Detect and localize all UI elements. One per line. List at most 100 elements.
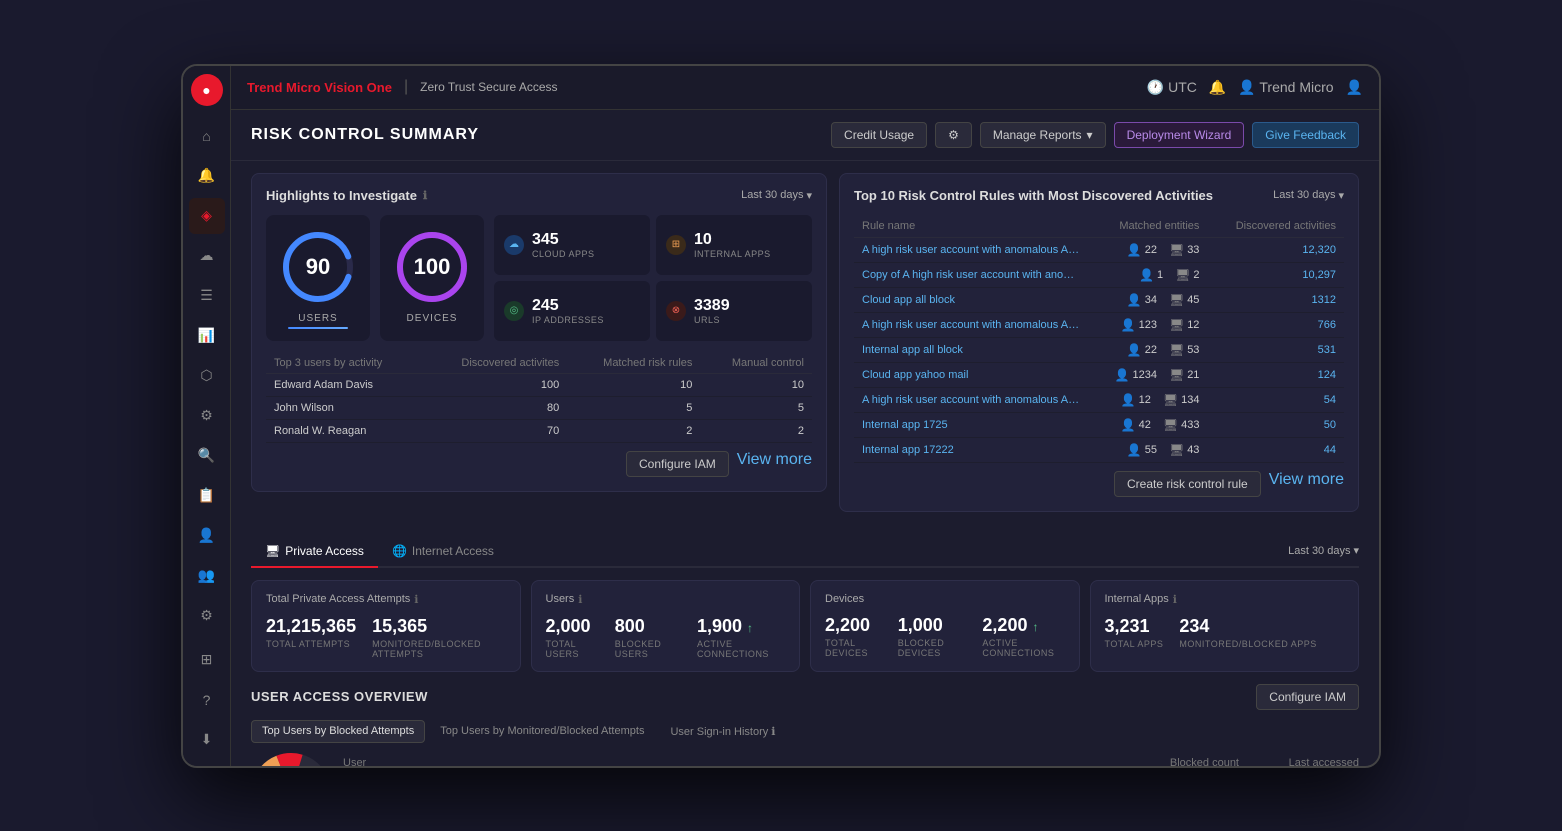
risk-rules-date[interactable]: Last 30 days ▾ bbox=[1273, 189, 1344, 202]
activity-count-cell[interactable]: 10,297 bbox=[1207, 262, 1344, 287]
activity-count-cell[interactable]: 50 bbox=[1207, 412, 1344, 437]
highlights-date-selector[interactable]: Last 30 days ▾ bbox=[741, 189, 812, 202]
private-access-tab[interactable]: 🖥 Private Access bbox=[251, 536, 378, 568]
rule-name-cell[interactable]: Copy of A high risk user account with an… bbox=[854, 262, 1089, 287]
notification-icon[interactable]: 🔔 bbox=[1209, 79, 1226, 96]
rule-name-cell[interactable]: Cloud app all block bbox=[854, 287, 1089, 312]
sidebar-item-group[interactable]: 👥 bbox=[189, 558, 225, 594]
rule-name-cell[interactable]: A high risk user account with anomalous … bbox=[854, 237, 1089, 262]
info-icon-2: ℹ bbox=[414, 593, 418, 606]
sidebar: ● ⌂ 🔔 ◈ ☁ ☰ 📊 ⬡ ⚙ 🔍 📋 👤 👥 ⚙ ⊞ ? ⬇ bbox=[183, 66, 231, 766]
header-actions: Credit Usage ⚙ Manage Reports ▾ Deployme… bbox=[831, 122, 1359, 148]
rule-name-cell[interactable]: Internal app all block bbox=[854, 337, 1089, 362]
app-subtitle: Zero Trust Secure Access bbox=[420, 80, 557, 94]
activity-count-cell[interactable]: 44 bbox=[1207, 437, 1344, 462]
internal-apps-stat: ⊞ 10 INTERNAL APPS bbox=[656, 215, 812, 275]
sidebar-item-alerts[interactable]: 🔔 bbox=[189, 158, 225, 194]
rule-col-entities: Matched entities bbox=[1089, 215, 1208, 238]
entities-cell: 👤 34 🖥 45 bbox=[1089, 287, 1208, 312]
activity-count-cell[interactable]: 54 bbox=[1207, 387, 1344, 412]
rule-col-activities: Discovered activities bbox=[1207, 215, 1344, 238]
sidebar-item-help[interactable]: ? bbox=[189, 682, 225, 718]
sidebar-item-dashboard[interactable]: ◈ bbox=[189, 198, 225, 234]
internal-apps-metric-card: Internal Apps ℹ 3,231 TOTAL APPS 234 bbox=[1090, 580, 1360, 672]
col-matched: Matched risk rules bbox=[567, 353, 700, 374]
table-row: Internal app 1725 👤 42 🖥 433 50 bbox=[854, 412, 1344, 437]
discovered-cell: 70 bbox=[423, 419, 567, 442]
activity-count-cell[interactable]: 12,320 bbox=[1207, 237, 1344, 262]
entities-cell: 👤 42 🖥 433 bbox=[1089, 412, 1208, 437]
sidebar-item-apps[interactable]: ⊞ bbox=[189, 642, 225, 678]
sidebar-item-network[interactable]: ⬡ bbox=[189, 358, 225, 394]
internet-access-tab[interactable]: 🌐 Internet Access bbox=[378, 536, 508, 568]
entities-cell: 👤 1 🖥 2 bbox=[1089, 262, 1208, 287]
entities-cell: 👤 22 🖥 33 bbox=[1089, 237, 1208, 262]
table-row: Internal app 17222 👤 55 🖥 43 44 bbox=[854, 437, 1344, 462]
activity-count-cell[interactable]: 766 bbox=[1207, 312, 1344, 337]
manage-reports-button[interactable]: Manage Reports ▾ bbox=[980, 122, 1106, 148]
avatar-icon[interactable]: 👤 bbox=[1346, 79, 1363, 96]
access-date-selector[interactable]: Last 30 days ▾ bbox=[1288, 536, 1359, 565]
sidebar-item-list[interactable]: ☰ bbox=[189, 278, 225, 314]
give-feedback-button[interactable]: Give Feedback bbox=[1252, 122, 1359, 148]
activity-count-cell[interactable]: 124 bbox=[1207, 362, 1344, 387]
uao-content: User Blocked count Last accessed Penny L… bbox=[251, 753, 1359, 766]
sidebar-item-reports[interactable]: 📋 bbox=[189, 478, 225, 514]
sidebar-item-home[interactable]: ⌂ bbox=[189, 118, 225, 154]
brand-name: Trend Micro Vision One bbox=[247, 80, 392, 95]
uao-tab-blocked[interactable]: Top Users by Blocked Attempts bbox=[251, 720, 425, 743]
rule-name-cell[interactable]: A high risk user account with anomalous … bbox=[854, 387, 1089, 412]
topbar: Trend Micro Vision One | Zero Trust Secu… bbox=[231, 66, 1379, 110]
table-row: Internal app all block 👤 22 🖥 53 531 bbox=[854, 337, 1344, 362]
sidebar-item-settings[interactable]: ⚙ bbox=[189, 398, 225, 434]
rule-name-cell[interactable]: Cloud app yahoo mail bbox=[854, 362, 1089, 387]
internal-apps-label: INTERNAL APPS bbox=[694, 249, 771, 259]
matched-cell: 5 bbox=[567, 396, 700, 419]
uao-tab-monitored[interactable]: Top Users by Monitored/Blocked Attempts bbox=[429, 720, 655, 743]
col-manual: Manual control bbox=[700, 353, 812, 374]
total-attempts-block: 21,215,365 TOTAL ATTEMPTS bbox=[266, 616, 356, 649]
settings-button[interactable]: ⚙ bbox=[935, 122, 972, 148]
sidebar-item-users[interactable]: 👤 bbox=[189, 518, 225, 554]
cloud-apps-label: CLOUD APPS bbox=[532, 249, 595, 259]
configure-iam-button-2[interactable]: Configure IAM bbox=[1256, 684, 1359, 710]
credit-usage-button[interactable]: Credit Usage bbox=[831, 122, 927, 148]
sidebar-item-chart[interactable]: 📊 bbox=[189, 318, 225, 354]
internal-apps-metric-title: Internal Apps ℹ bbox=[1105, 593, 1345, 606]
discovered-cell: 80 bbox=[423, 396, 567, 419]
view-more-users-link[interactable]: View more bbox=[737, 451, 812, 477]
manual-cell: 2 bbox=[700, 419, 812, 442]
utc-icon[interactable]: 🕐 UTC bbox=[1147, 79, 1197, 96]
matched-cell: 2 bbox=[567, 419, 700, 442]
uao-tab-signin[interactable]: User Sign-in History ℹ bbox=[659, 720, 786, 743]
internal-apps-metric-values: 3,231 TOTAL APPS 234 MONITORED/BLOCKED A… bbox=[1105, 616, 1345, 649]
uao-title: USER ACCESS OVERVIEW bbox=[251, 689, 428, 704]
pie-chart bbox=[251, 753, 331, 766]
ip-addresses-stat: ◎ 245 IP ADDRESSES bbox=[494, 281, 650, 341]
table-row: John Wilson 80 5 5 bbox=[266, 396, 812, 419]
user-name-cell[interactable]: Ronald W. Reagan bbox=[266, 419, 423, 442]
user-name-cell[interactable]: John Wilson bbox=[266, 396, 423, 419]
total-attempts-value: 21,215,365 bbox=[266, 616, 356, 637]
deployment-wizard-button[interactable]: Deployment Wizard bbox=[1114, 122, 1245, 148]
entities-cell: 👤 22 🖥 53 bbox=[1089, 337, 1208, 362]
activity-count-cell[interactable]: 1312 bbox=[1207, 287, 1344, 312]
user-icon[interactable]: 👤 Trend Micro bbox=[1238, 79, 1333, 96]
sidebar-item-bottom[interactable]: ⬇ bbox=[189, 722, 225, 758]
right-panel: Top 10 Risk Control Rules with Most Disc… bbox=[839, 173, 1359, 524]
view-more-rules-link[interactable]: View more bbox=[1269, 471, 1344, 497]
rule-name-cell[interactable]: Internal app 17222 bbox=[854, 437, 1089, 462]
topbar-right: 🕐 UTC 🔔 👤 Trend Micro 👤 bbox=[1147, 79, 1363, 96]
rule-name-cell[interactable]: A high risk user account with anomalous … bbox=[854, 312, 1089, 337]
configure-iam-button[interactable]: Configure IAM bbox=[626, 451, 729, 477]
topbar-separator: | bbox=[404, 78, 408, 96]
activity-count-cell[interactable]: 531 bbox=[1207, 337, 1344, 362]
sidebar-item-search[interactable]: 🔍 bbox=[189, 438, 225, 474]
private-icon: 🖥 bbox=[265, 544, 280, 558]
rule-name-cell[interactable]: Internal app 1725 bbox=[854, 412, 1089, 437]
sidebar-item-cloud[interactable]: ☁ bbox=[189, 238, 225, 274]
internal-apps-icon: ⊞ bbox=[666, 235, 686, 255]
create-rule-button[interactable]: Create risk control rule bbox=[1114, 471, 1261, 497]
sidebar-item-config[interactable]: ⚙ bbox=[189, 598, 225, 634]
user-name-cell[interactable]: Edward Adam Davis bbox=[266, 373, 423, 396]
